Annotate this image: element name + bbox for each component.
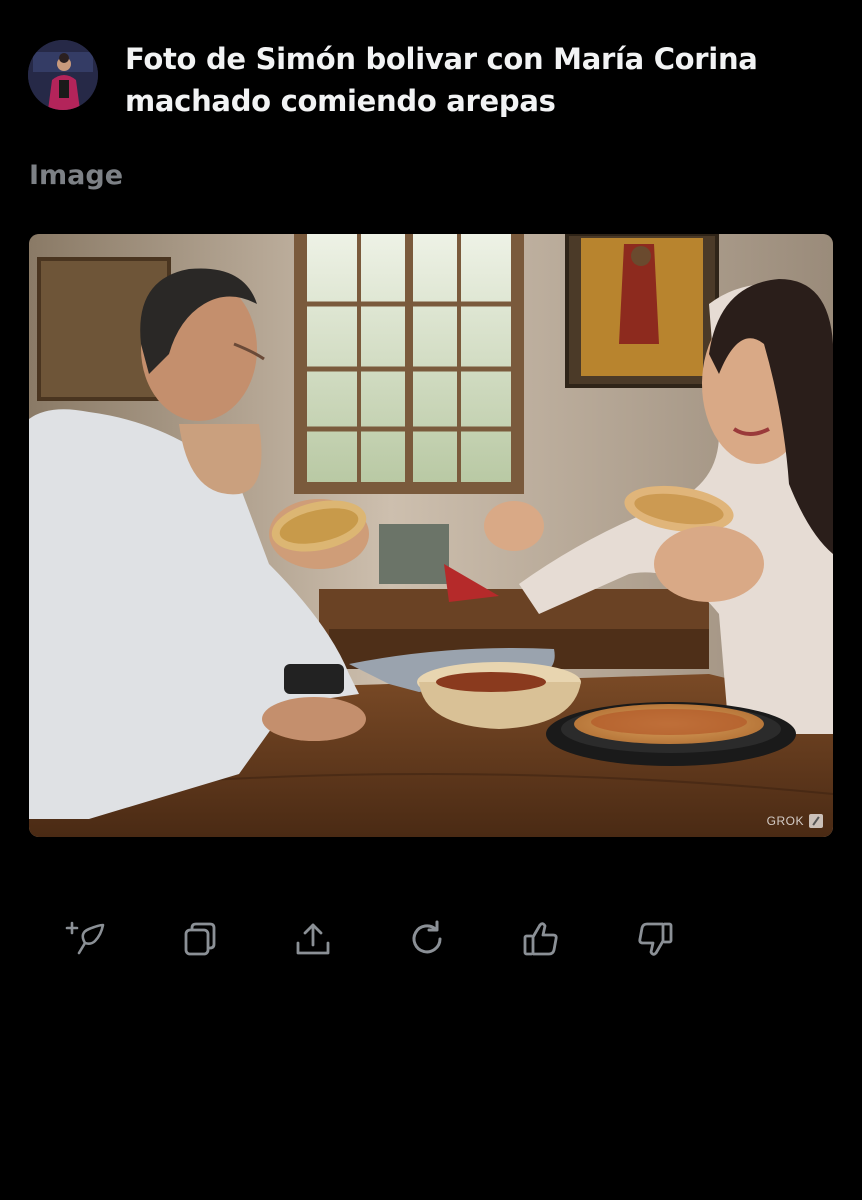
thumbs-up-icon xyxy=(523,922,558,956)
edit-image-button[interactable] xyxy=(60,914,110,964)
prompt-text: Foto de Simón bolivar con María Corina m… xyxy=(125,42,758,118)
refresh-icon xyxy=(412,920,442,954)
like-button[interactable] xyxy=(516,914,566,964)
edit-pencil-icon xyxy=(809,814,823,828)
share-upload-icon xyxy=(296,923,330,955)
watermark-text: GROK xyxy=(766,814,804,828)
copy-button[interactable] xyxy=(174,914,224,964)
dislike-button[interactable] xyxy=(630,914,680,964)
generated-image[interactable]: GROK xyxy=(29,234,833,837)
action-bar xyxy=(60,914,744,964)
copy-icon xyxy=(184,922,216,956)
share-button[interactable] xyxy=(288,914,338,964)
regenerate-button[interactable] xyxy=(402,914,452,964)
thumbs-down-icon xyxy=(638,922,673,956)
user-avatar[interactable] xyxy=(28,40,98,110)
grok-watermark: GROK xyxy=(767,814,823,828)
section-label: Image xyxy=(29,160,124,191)
feather-plus-icon xyxy=(65,921,105,955)
